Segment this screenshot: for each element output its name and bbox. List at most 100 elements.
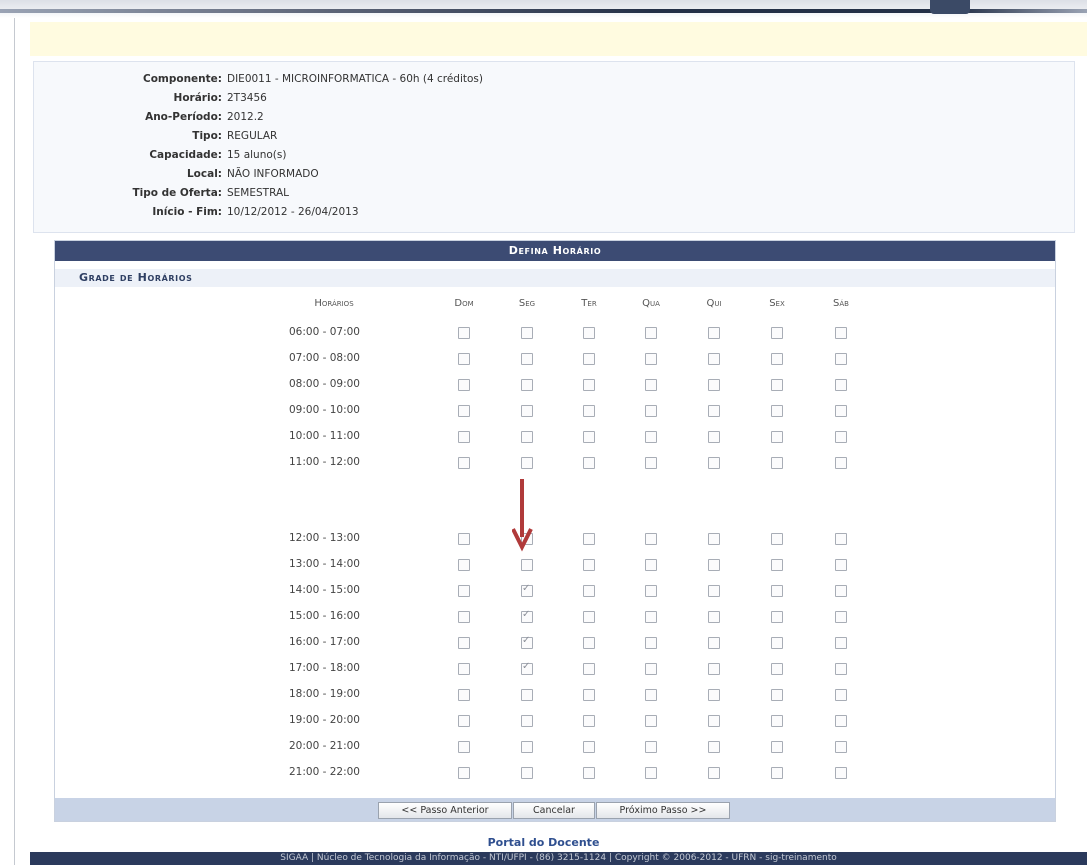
slot-checkbox[interactable] bbox=[521, 689, 533, 701]
slot-checkbox[interactable] bbox=[458, 379, 470, 391]
slot-checkbox[interactable] bbox=[521, 405, 533, 417]
slot-checkbox[interactable] bbox=[645, 431, 657, 443]
slot-checkbox[interactable] bbox=[771, 559, 783, 571]
slot-checkbox[interactable] bbox=[835, 457, 847, 469]
slot-checkbox[interactable] bbox=[521, 327, 533, 339]
slot-checkbox[interactable] bbox=[583, 585, 595, 597]
slot-checkbox[interactable] bbox=[458, 689, 470, 701]
slot-checkbox[interactable] bbox=[645, 353, 657, 365]
slot-checkbox[interactable] bbox=[458, 585, 470, 597]
slot-checkbox[interactable] bbox=[645, 663, 657, 675]
slot-checkbox[interactable] bbox=[583, 767, 595, 779]
slot-checkbox[interactable] bbox=[835, 379, 847, 391]
slot-checkbox[interactable] bbox=[771, 663, 783, 675]
slot-checkbox[interactable] bbox=[583, 327, 595, 339]
slot-checkbox[interactable] bbox=[458, 611, 470, 623]
slot-checkbox[interactable] bbox=[521, 353, 533, 365]
slot-checkbox[interactable] bbox=[708, 741, 720, 753]
slot-checkbox[interactable] bbox=[645, 559, 657, 571]
slot-checkbox[interactable] bbox=[645, 379, 657, 391]
slot-checkbox[interactable] bbox=[521, 431, 533, 443]
slot-checkbox[interactable] bbox=[458, 663, 470, 675]
slot-checkbox[interactable] bbox=[708, 715, 720, 727]
slot-checkbox[interactable] bbox=[771, 689, 783, 701]
slot-checkbox[interactable] bbox=[458, 405, 470, 417]
slot-checkbox[interactable] bbox=[708, 637, 720, 649]
slot-checkbox[interactable] bbox=[771, 431, 783, 443]
slot-checkbox[interactable] bbox=[835, 663, 847, 675]
slot-checkbox[interactable] bbox=[583, 405, 595, 417]
slot-checkbox[interactable] bbox=[835, 559, 847, 571]
slot-checkbox[interactable] bbox=[458, 431, 470, 443]
slot-checkbox[interactable] bbox=[521, 635, 533, 649]
slot-checkbox[interactable] bbox=[458, 327, 470, 339]
slot-checkbox[interactable] bbox=[771, 457, 783, 469]
slot-checkbox[interactable] bbox=[458, 637, 470, 649]
slot-checkbox[interactable] bbox=[835, 533, 847, 545]
slot-checkbox[interactable] bbox=[521, 379, 533, 391]
slot-checkbox[interactable] bbox=[458, 457, 470, 469]
slot-checkbox[interactable] bbox=[645, 405, 657, 417]
slot-checkbox[interactable] bbox=[583, 379, 595, 391]
slot-checkbox[interactable] bbox=[583, 663, 595, 675]
slot-checkbox[interactable] bbox=[708, 431, 720, 443]
slot-checkbox[interactable] bbox=[521, 457, 533, 469]
slot-checkbox[interactable] bbox=[458, 741, 470, 753]
slot-checkbox[interactable] bbox=[645, 767, 657, 779]
slot-checkbox[interactable] bbox=[708, 457, 720, 469]
slot-checkbox[interactable] bbox=[771, 767, 783, 779]
slot-checkbox[interactable] bbox=[645, 741, 657, 753]
slot-checkbox[interactable] bbox=[645, 689, 657, 701]
slot-checkbox[interactable] bbox=[708, 663, 720, 675]
slot-checkbox[interactable] bbox=[583, 741, 595, 753]
slot-checkbox[interactable] bbox=[708, 533, 720, 545]
slot-checkbox[interactable] bbox=[708, 379, 720, 391]
slot-checkbox[interactable] bbox=[645, 585, 657, 597]
slot-checkbox[interactable] bbox=[645, 457, 657, 469]
slot-checkbox[interactable] bbox=[645, 637, 657, 649]
slot-checkbox[interactable] bbox=[583, 533, 595, 545]
slot-checkbox[interactable] bbox=[708, 767, 720, 779]
slot-checkbox[interactable] bbox=[708, 559, 720, 571]
slot-checkbox[interactable] bbox=[583, 559, 595, 571]
slot-checkbox[interactable] bbox=[708, 327, 720, 339]
slot-checkbox[interactable] bbox=[458, 715, 470, 727]
slot-checkbox[interactable] bbox=[771, 611, 783, 623]
slot-checkbox[interactable] bbox=[583, 689, 595, 701]
slot-checkbox[interactable] bbox=[835, 431, 847, 443]
slot-checkbox[interactable] bbox=[645, 611, 657, 623]
slot-checkbox[interactable] bbox=[835, 637, 847, 649]
slot-checkbox[interactable] bbox=[771, 637, 783, 649]
slot-checkbox[interactable] bbox=[458, 559, 470, 571]
slot-checkbox[interactable] bbox=[521, 609, 533, 623]
slot-checkbox[interactable] bbox=[521, 741, 533, 753]
slot-checkbox[interactable] bbox=[583, 715, 595, 727]
slot-checkbox[interactable] bbox=[771, 715, 783, 727]
slot-checkbox[interactable] bbox=[771, 533, 783, 545]
portal-link[interactable]: Portal do Docente bbox=[0, 836, 1087, 849]
slot-checkbox[interactable] bbox=[521, 767, 533, 779]
slot-checkbox[interactable] bbox=[583, 611, 595, 623]
slot-checkbox[interactable] bbox=[521, 661, 533, 675]
slot-checkbox[interactable] bbox=[645, 327, 657, 339]
slot-checkbox[interactable] bbox=[645, 715, 657, 727]
prev-step-button[interactable]: << Passo Anterior bbox=[378, 802, 512, 819]
slot-checkbox[interactable] bbox=[645, 533, 657, 545]
slot-checkbox[interactable] bbox=[708, 353, 720, 365]
slot-checkbox[interactable] bbox=[458, 767, 470, 779]
slot-checkbox[interactable] bbox=[771, 741, 783, 753]
slot-checkbox[interactable] bbox=[771, 585, 783, 597]
slot-checkbox[interactable] bbox=[835, 741, 847, 753]
slot-checkbox[interactable] bbox=[835, 327, 847, 339]
slot-checkbox[interactable] bbox=[835, 405, 847, 417]
slot-checkbox[interactable] bbox=[583, 637, 595, 649]
slot-checkbox[interactable] bbox=[583, 353, 595, 365]
slot-checkbox[interactable] bbox=[771, 379, 783, 391]
slot-checkbox[interactable] bbox=[771, 405, 783, 417]
slot-checkbox[interactable] bbox=[835, 353, 847, 365]
slot-checkbox[interactable] bbox=[835, 689, 847, 701]
slot-checkbox[interactable] bbox=[835, 585, 847, 597]
slot-checkbox[interactable] bbox=[521, 715, 533, 727]
next-step-button[interactable]: Próximo Passo >> bbox=[596, 802, 730, 819]
slot-checkbox[interactable] bbox=[583, 431, 595, 443]
